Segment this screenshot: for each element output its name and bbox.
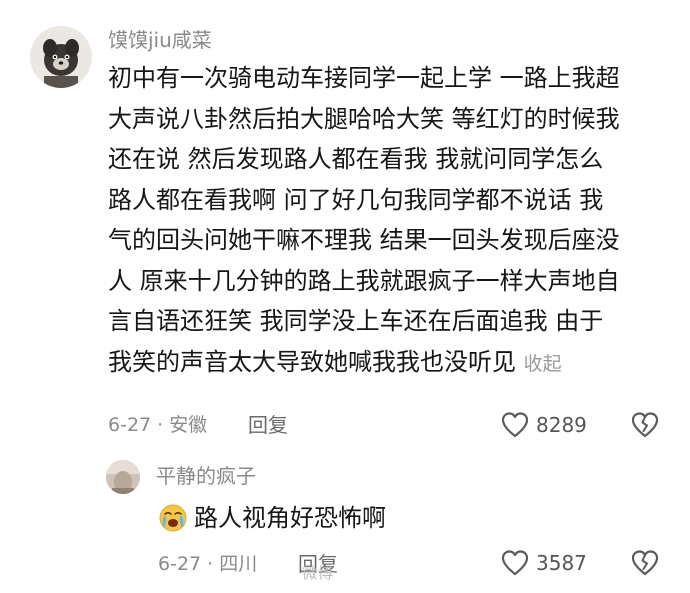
heart-icon — [501, 412, 529, 438]
comment-date-location: 6-27 · 安徽 — [108, 414, 208, 436]
comment-text-content: 初中有一次骑电动车接同学一起上学 一路上我超 大声说八卦然后拍大腿哈哈大笑 等红… — [108, 64, 620, 376]
reply-dislike-button[interactable] — [630, 548, 660, 578]
watermark: 微博 — [302, 564, 335, 582]
reply-like-button[interactable]: 3587 — [500, 548, 587, 578]
reply-text-content: 路人视角好恐怖啊 — [194, 504, 386, 532]
avatar[interactable] — [30, 26, 92, 88]
reply-date-location: 6-27 · 四川 — [158, 553, 258, 575]
comment-username[interactable]: 馍馍jiu咸菜 — [108, 26, 212, 54]
broken-heart-icon — [631, 550, 659, 576]
reply-avatar[interactable] — [106, 460, 140, 494]
collapse-link[interactable]: 收起 — [524, 353, 562, 375]
comment-text: 初中有一次骑电动车接同学一起上学 一路上我超 大声说八卦然后拍大腿哈哈大笑 等红… — [108, 58, 678, 384]
like-count: 8289 — [536, 413, 587, 437]
like-button[interactable]: 8289 — [500, 410, 587, 440]
heart-icon — [501, 550, 529, 576]
reply-avatar-image — [106, 460, 140, 494]
reply-username[interactable]: 平静的疯子 — [156, 462, 256, 490]
reply-button[interactable]: 回复 — [248, 412, 288, 438]
reply-text: 路人视角好恐怖啊 — [158, 502, 386, 534]
reply-like-count: 3587 — [536, 551, 587, 575]
dislike-button[interactable] — [630, 410, 660, 440]
avatar-image — [30, 26, 92, 88]
crying-face-icon — [159, 504, 187, 532]
broken-heart-icon — [631, 412, 659, 438]
